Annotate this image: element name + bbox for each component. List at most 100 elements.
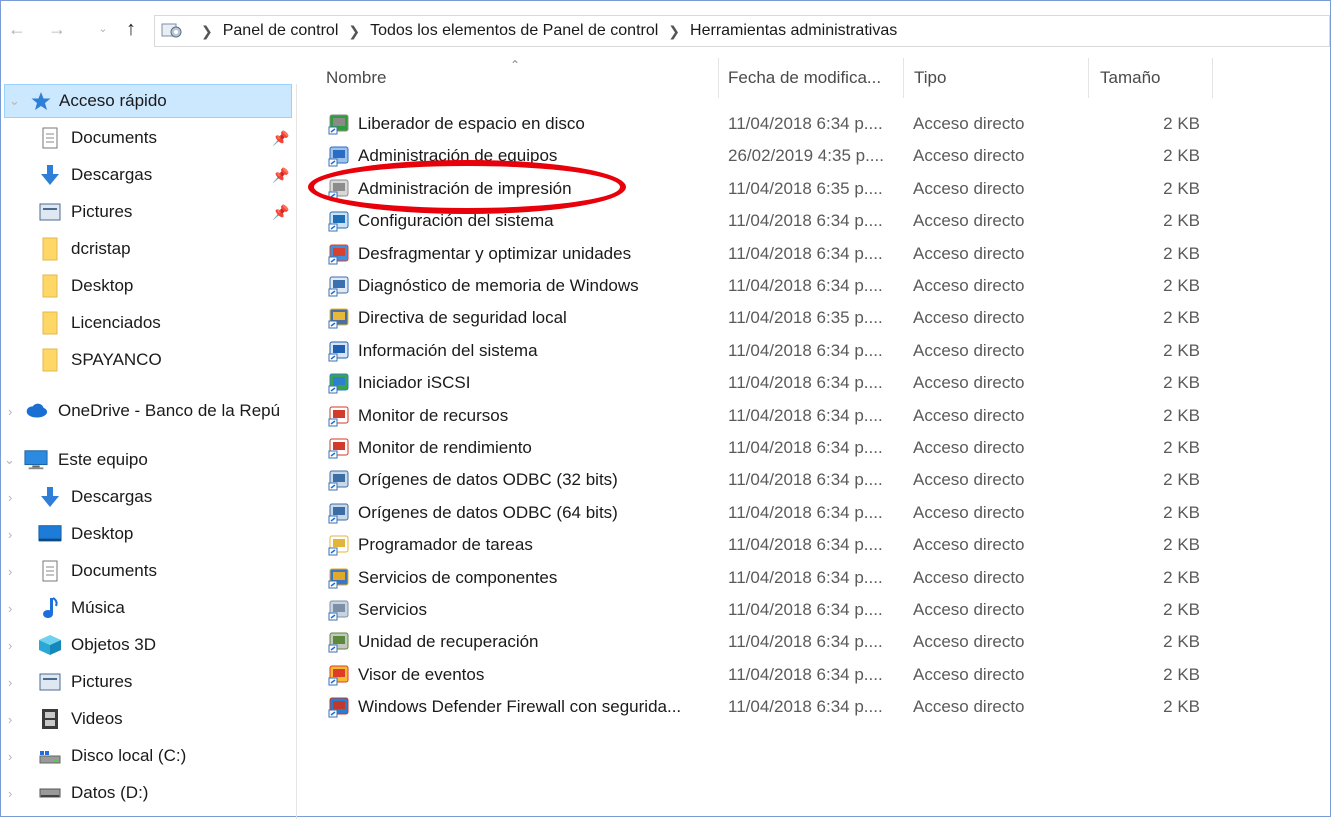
file-type: Acceso directo xyxy=(913,373,1025,393)
table-row[interactable]: Diagnóstico de memoria de Windows 11/04/2… xyxy=(320,270,1220,302)
sidebar-item-this-pc-videos[interactable]: › Videos xyxy=(0,702,292,736)
file-size: 2 KB xyxy=(1163,178,1200,198)
file-type: Acceso directo xyxy=(913,697,1025,717)
file-size: 2 KB xyxy=(1163,438,1200,457)
expand-chevron-icon[interactable]: › xyxy=(8,749,12,764)
sidebar-item-this-pc-3d-objects[interactable]: › Objetos 3D xyxy=(0,628,292,662)
breadcrumb-separator[interactable]: ❯ xyxy=(348,23,360,40)
component-services-icon xyxy=(328,567,350,589)
expand-chevron-icon[interactable]: › xyxy=(8,712,12,727)
column-header-type[interactable]: Tipo xyxy=(914,58,946,98)
services-icon xyxy=(328,599,350,621)
sidebar-item-downloads[interactable]: Descargas 📌 xyxy=(0,158,292,192)
expand-chevron-icon[interactable]: › xyxy=(8,490,12,505)
forward-arrow-icon[interactable]: → xyxy=(44,16,70,42)
column-divider[interactable] xyxy=(718,58,719,98)
table-row[interactable]: Desfragmentar y optimizar unidades 11/04/… xyxy=(320,238,1220,270)
table-row[interactable]: Programador de tareas 11/04/2018 6:34 p..… xyxy=(320,529,1220,561)
file-type: Acceso directo xyxy=(913,438,1025,457)
sidebar-item-this-pc-data-drive[interactable]: › Datos (D:) xyxy=(0,776,292,810)
address-bar[interactable]: ❯ Panel de control ❯ Todos los elementos… xyxy=(154,15,1330,47)
sidebar-item-this-pc-documents[interactable]: › Documents xyxy=(0,554,292,588)
table-row[interactable]: Orígenes de datos ODBC (64 bits) 11/04/20… xyxy=(320,497,1220,529)
table-row[interactable]: Servicios de componentes 11/04/2018 6:34 … xyxy=(320,562,1220,594)
sidebar-item-this-pc-pictures[interactable]: › Pictures xyxy=(0,665,292,699)
column-header-size[interactable]: Tamaño xyxy=(1100,58,1160,98)
sidebar-item-label: Descargas xyxy=(71,165,153,184)
sidebar-item-dcristap[interactable]: dcristap xyxy=(0,232,292,266)
expand-chevron-icon[interactable]: › xyxy=(8,675,12,690)
sidebar-item-this-pc-desktop[interactable]: › Desktop xyxy=(0,517,292,551)
sidebar-item-label: Licenciados xyxy=(71,313,161,332)
sidebar-item-this-pc-music[interactable]: › Música xyxy=(0,591,292,625)
table-row[interactable]: Orígenes de datos ODBC (32 bits) 11/04/20… xyxy=(320,464,1220,496)
table-row[interactable]: Unidad de recuperación 11/04/2018 6:34 p.… xyxy=(320,626,1220,658)
breadcrumb-control-panel[interactable]: Panel de control xyxy=(223,22,339,40)
odbc-icon xyxy=(328,502,350,524)
file-name: Visor de eventos xyxy=(358,664,485,684)
pin-icon[interactable]: 📌 xyxy=(272,167,289,184)
file-type: Acceso directo xyxy=(913,567,1025,587)
sidebar-item-pictures[interactable]: Pictures 📌 xyxy=(0,195,292,229)
sidebar-item-licenciados[interactable]: Licenciados xyxy=(0,306,292,340)
sidebar-item-quick-access[interactable]: ⌄ Acceso rápido xyxy=(4,84,292,118)
file-name: Orígenes de datos ODBC (64 bits) xyxy=(358,502,618,522)
table-row[interactable]: Windows Defender Firewall con segurida..… xyxy=(320,691,1220,723)
column-divider[interactable] xyxy=(1088,58,1089,98)
table-row[interactable]: Configuración del sistema 11/04/2018 6:34… xyxy=(320,205,1220,237)
up-arrow-icon[interactable]: ↑ xyxy=(118,16,144,42)
expand-chevron-icon[interactable]: › xyxy=(8,564,12,579)
file-size: 2 KB xyxy=(1163,664,1200,684)
sort-ascending-icon: ⌃ xyxy=(510,58,521,72)
expand-chevron-icon[interactable]: › xyxy=(8,527,12,542)
expand-chevron-icon[interactable]: › xyxy=(8,601,12,616)
table-row[interactable]: Iniciador iSCSI 11/04/2018 6:34 p.... Acce… xyxy=(320,367,1220,399)
file-size: 2 KB xyxy=(1163,114,1200,133)
table-row[interactable]: Liberador de espacio en disco 11/04/2018 … xyxy=(320,108,1220,140)
pin-icon[interactable]: 📌 xyxy=(272,130,289,147)
expand-chevron-icon[interactable]: ⌄ xyxy=(9,93,20,109)
sidebar-item-onedrive[interactable]: › OneDrive - Banco de la Repú xyxy=(0,394,292,428)
column-divider[interactable] xyxy=(903,58,904,98)
computer-icon xyxy=(24,449,48,471)
table-row[interactable]: Administración de impresión 11/04/2018 6:… xyxy=(320,173,1220,205)
breadcrumb-all-items[interactable]: Todos los elementos de Panel de control xyxy=(370,22,658,40)
file-name: Liberador de espacio en disco xyxy=(358,114,585,133)
table-row[interactable]: Visor de eventos 11/04/2018 6:34 p.... Acc… xyxy=(320,659,1220,691)
pictures-icon xyxy=(38,671,62,693)
recent-locations-chevron-icon[interactable]: ⌄ xyxy=(90,16,116,42)
table-row[interactable]: Monitor de recursos 11/04/2018 6:34 p....… xyxy=(320,400,1220,432)
sidebar-item-label: Disco local (C:) xyxy=(71,746,187,765)
file-date: 11/04/2018 6:34 p.... xyxy=(728,211,883,231)
expand-chevron-icon[interactable]: › xyxy=(8,404,12,419)
sidebar-item-this-pc-local-disk[interactable]: › Disco local (C:) xyxy=(0,739,292,773)
file-size: 2 KB xyxy=(1163,567,1200,587)
table-row[interactable]: Servicios 11/04/2018 6:34 p.... Acceso dir… xyxy=(320,594,1220,626)
file-size: 2 KB xyxy=(1163,373,1200,393)
table-row[interactable]: Directiva de seguridad local 11/04/2018 6… xyxy=(320,302,1220,334)
sidebar-item-documents[interactable]: Documents 📌 xyxy=(0,121,292,155)
table-row[interactable]: Administración de equipos 26/02/2019 4:35… xyxy=(320,140,1220,172)
expand-chevron-icon[interactable]: ⌄ xyxy=(4,452,15,468)
file-name: Administración de impresión xyxy=(358,178,572,198)
column-header-name[interactable]: Nombre xyxy=(326,58,386,98)
sidebar-item-this-pc-downloads[interactable]: › Descargas xyxy=(0,480,292,514)
expand-chevron-icon[interactable]: › xyxy=(8,638,12,653)
table-row[interactable]: Monitor de rendimiento 11/04/2018 6:34 p.… xyxy=(320,432,1220,464)
file-date: 11/04/2018 6:34 p.... xyxy=(728,600,883,619)
pin-icon[interactable]: 📌 xyxy=(272,204,289,221)
file-type: Acceso directo xyxy=(913,308,1025,328)
column-header-date[interactable]: Fecha de modifica... xyxy=(728,58,881,98)
sidebar-item-desktop-folder[interactable]: Desktop xyxy=(0,269,292,303)
breadcrumb-admin-tools[interactable]: Herramientas administrativas xyxy=(690,22,897,40)
column-divider[interactable] xyxy=(1212,58,1213,98)
sidebar-item-label: Desktop xyxy=(71,524,134,543)
table-row[interactable]: Información del sistema 11/04/2018 6:34 p… xyxy=(320,335,1220,367)
sidebar-item-this-pc[interactable]: ⌄ Este equipo xyxy=(0,443,292,477)
file-name: Diagnóstico de memoria de Windows xyxy=(358,276,639,295)
expand-chevron-icon[interactable]: › xyxy=(8,786,12,801)
back-arrow-icon[interactable]: ← xyxy=(4,16,30,42)
file-name: Administración de equipos xyxy=(358,146,558,166)
sidebar-item-spayanco[interactable]: SPAYANCO xyxy=(0,343,292,377)
breadcrumb-separator[interactable]: ❯ xyxy=(668,23,680,40)
